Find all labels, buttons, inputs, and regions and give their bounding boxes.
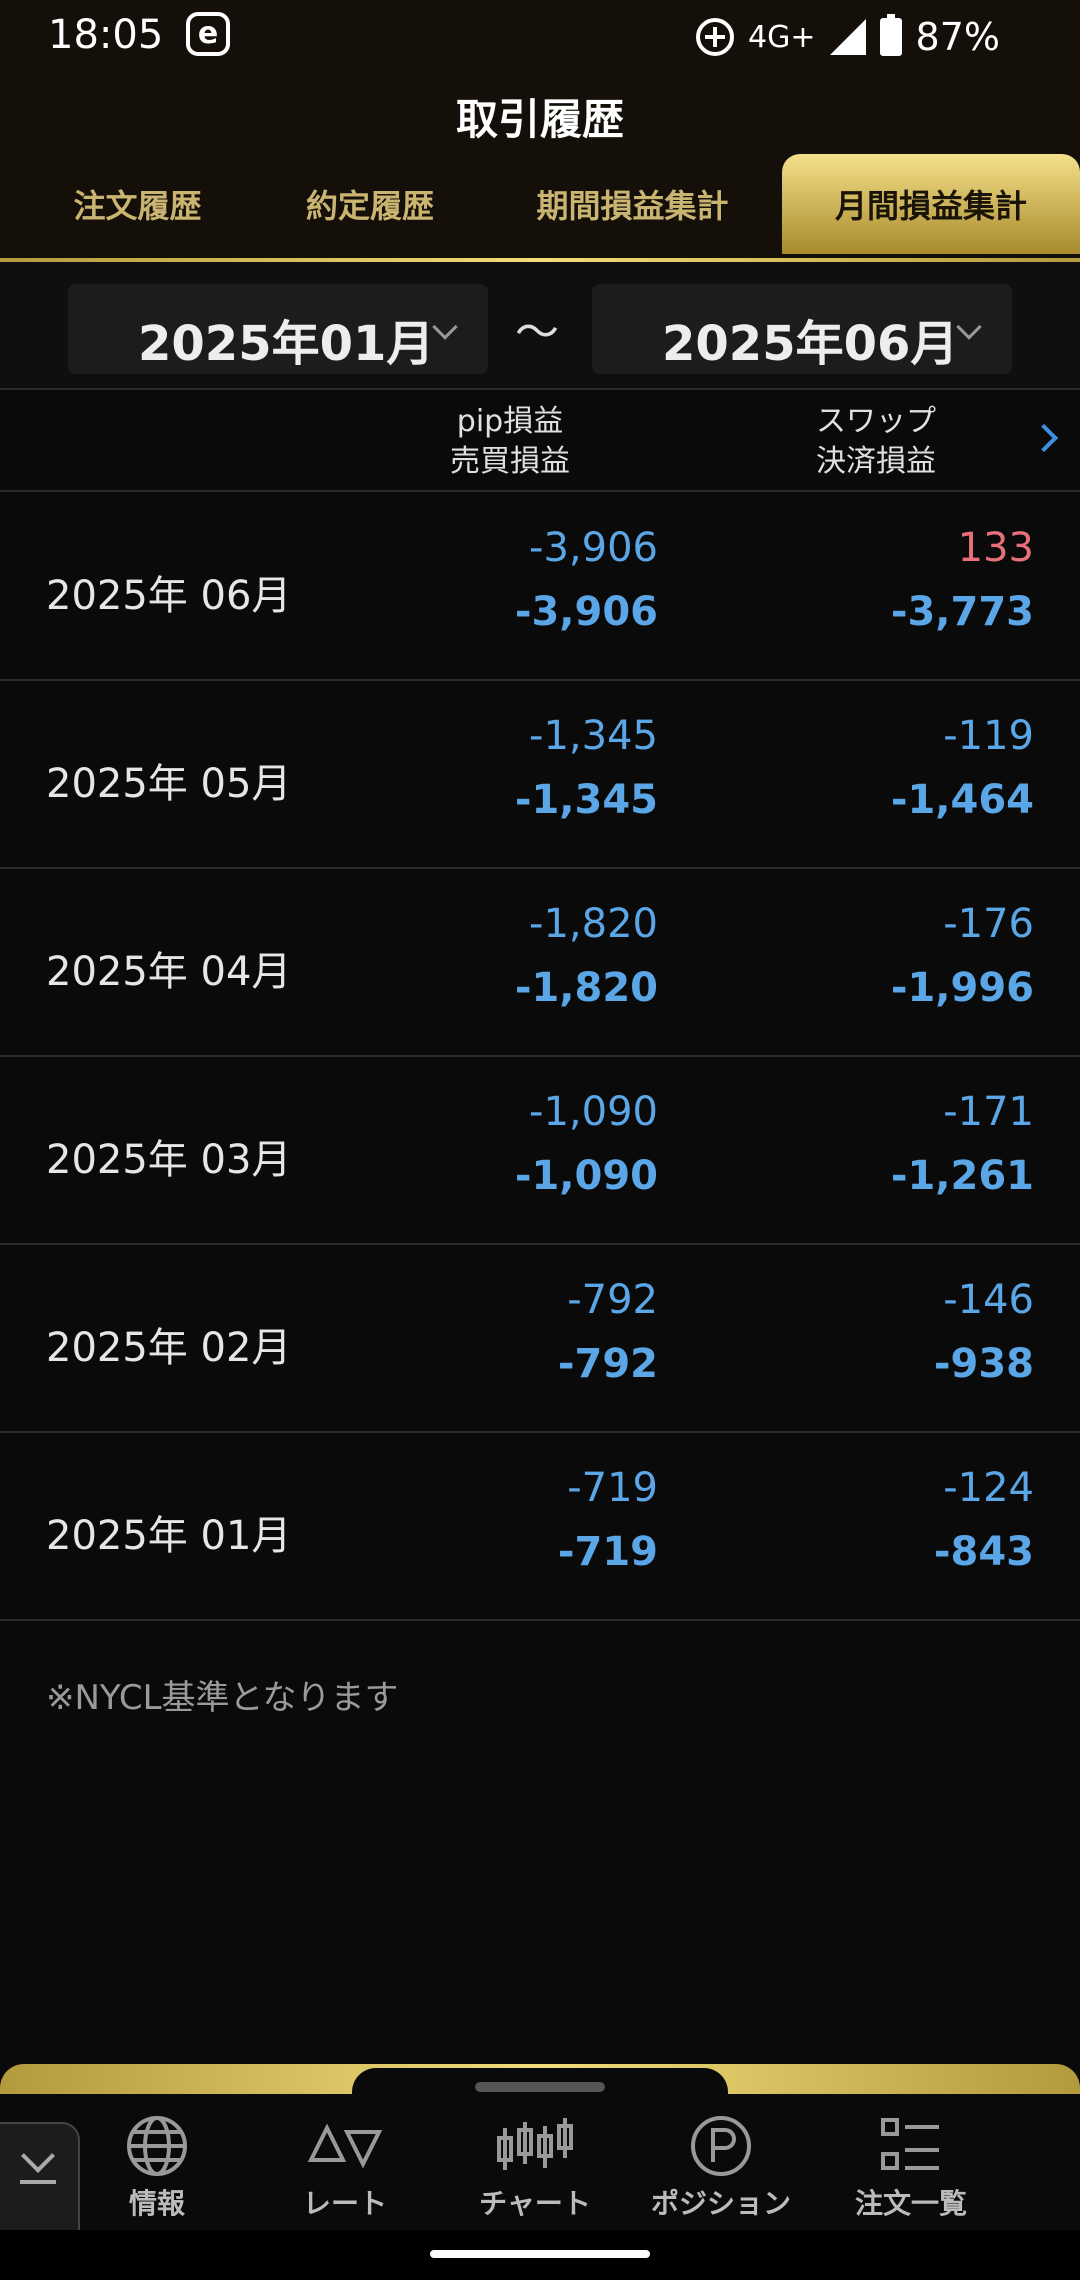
nav-label: 情報	[128, 2187, 185, 2220]
row-pip: -1,090	[529, 1089, 658, 1135]
row-month: 2025年 03月	[46, 1137, 292, 1183]
nav-info[interactable]: 情報	[72, 2110, 242, 2230]
signal-icon	[829, 19, 866, 55]
row-settle: -1,261	[890, 1153, 1034, 1199]
row-trade: -792	[557, 1341, 658, 1387]
row-settle: -1,464	[890, 777, 1034, 823]
network-type: 4G+	[748, 19, 816, 55]
row-pip: -1,345	[529, 713, 658, 759]
col-settle: 決済損益	[816, 444, 936, 479]
to-month-select[interactable]: 2025年06月	[592, 284, 1012, 374]
tab-bar: 注文履歴 約定履歴 期間損益集計 月間損益集計	[0, 154, 1080, 254]
nav-position[interactable]: ポジション	[636, 2110, 806, 2230]
row-swap: -119	[943, 713, 1034, 759]
row-settle: -1,996	[890, 965, 1034, 1011]
battery-percent: 87%	[915, 15, 1000, 59]
row-settle: -3,773	[890, 589, 1034, 635]
row-trade: -1,820	[514, 965, 658, 1011]
gesture-area	[0, 2230, 1080, 2280]
status-icons: 4G+ 87%	[682, 12, 1000, 62]
list-icon	[826, 2110, 996, 2182]
range-separator: ～	[515, 307, 559, 358]
list-item[interactable]: 2025年 03月 -1,090 -1,090 -171 -1,261	[0, 1057, 1080, 1245]
drag-handle[interactable]	[475, 2082, 605, 2092]
collapse-button[interactable]	[0, 2122, 80, 2232]
nav-label: レート	[302, 2187, 387, 2220]
from-month-select[interactable]: 2025年01月	[68, 284, 488, 374]
position-icon	[636, 2110, 806, 2182]
globe-icon	[72, 2110, 242, 2182]
tab-period-pnl[interactable]: 期間損益集計	[505, 154, 760, 254]
row-swap: -124	[943, 1465, 1034, 1511]
app-notification-icon: e	[186, 12, 230, 56]
row-swap: -146	[943, 1277, 1034, 1323]
row-pip: -3,906	[529, 525, 658, 571]
column-header: pip損益 売買損益 スワップ 決済損益	[0, 392, 1080, 492]
status-bar: 18:05 e 4G+ 87%	[0, 0, 1080, 72]
nav-label: 注文一覧	[854, 2187, 967, 2220]
list-item[interactable]: 2025年 01月 -719 -719 -124 -843	[0, 1433, 1080, 1621]
rate-icon	[260, 2110, 430, 2182]
row-swap: 133	[957, 525, 1034, 571]
row-settle: -843	[933, 1529, 1034, 1575]
bottom-nav: 情報 レート チャート ポジション 注文一覧	[0, 2094, 1080, 2232]
list-item[interactable]: 2025年 05月 -1,345 -1,345 -119 -1,464	[0, 681, 1080, 869]
tab-order-history[interactable]: 注文履歴	[20, 154, 255, 254]
row-month: 2025年 02月	[46, 1325, 292, 1371]
row-month: 2025年 06月	[46, 573, 292, 619]
footnote: ※NYCL基準となります	[46, 1678, 399, 1718]
tab-execution-history[interactable]: 約定履歴	[255, 154, 485, 254]
monthly-pnl-list: 2025年 06月 -3,906 -3,906 133 -3,773 2025年…	[0, 493, 1080, 1621]
nav-label: ポジション	[650, 2187, 791, 2220]
row-month: 2025年 01月	[46, 1513, 292, 1559]
col-pip: pip損益	[456, 404, 564, 439]
date-range: 2025年01月 ～ 2025年06月	[0, 262, 1080, 390]
row-trade: -1,090	[514, 1153, 658, 1199]
tab-monthly-pnl[interactable]: 月間損益集計	[782, 154, 1080, 254]
status-time: 18:05	[48, 12, 164, 58]
row-pip: -1,820	[529, 901, 658, 947]
chevron-right-icon[interactable]	[1029, 423, 1059, 453]
chevron-down-icon	[956, 314, 982, 340]
list-item[interactable]: 2025年 02月 -792 -792 -146 -938	[0, 1245, 1080, 1433]
col-swap: スワップ	[816, 404, 936, 439]
list-item[interactable]: 2025年 04月 -1,820 -1,820 -176 -1,996	[0, 869, 1080, 1057]
battery-icon	[879, 14, 902, 56]
page-title: 取引履歴	[455, 95, 624, 144]
row-pip: -719	[567, 1465, 658, 1511]
nav-label: チャート	[479, 2187, 591, 2220]
row-trade: -1,345	[514, 777, 658, 823]
chevron-down-icon	[21, 2139, 55, 2173]
list-item[interactable]: 2025年 06月 -3,906 -3,906 133 -3,773	[0, 493, 1080, 681]
row-pip: -792	[567, 1277, 658, 1323]
home-gesture-bar[interactable]	[430, 2250, 650, 2258]
row-month: 2025年 04月	[46, 949, 292, 995]
row-trade: -719	[557, 1529, 658, 1575]
nav-order-list[interactable]: 注文一覧	[826, 2110, 996, 2230]
row-month: 2025年 05月	[46, 761, 292, 807]
from-month-value: 2025年01月	[138, 316, 435, 372]
row-swap: -176	[943, 901, 1034, 947]
data-saver-icon	[696, 18, 735, 56]
collapse-line	[20, 2180, 56, 2184]
row-trade: -3,906	[514, 589, 658, 635]
row-settle: -938	[933, 1341, 1034, 1387]
app-header: 取引履歴 注文履歴 約定履歴 期間損益集計 月間損益集計	[0, 72, 1080, 264]
nav-chart[interactable]: チャート	[450, 2110, 620, 2230]
row-swap: -171	[943, 1089, 1034, 1135]
nav-rate[interactable]: レート	[260, 2110, 430, 2230]
candlestick-icon	[450, 2110, 620, 2182]
chevron-down-icon	[432, 314, 458, 340]
col-trade: 売買損益	[450, 444, 570, 479]
to-month-value: 2025年06月	[662, 316, 959, 372]
